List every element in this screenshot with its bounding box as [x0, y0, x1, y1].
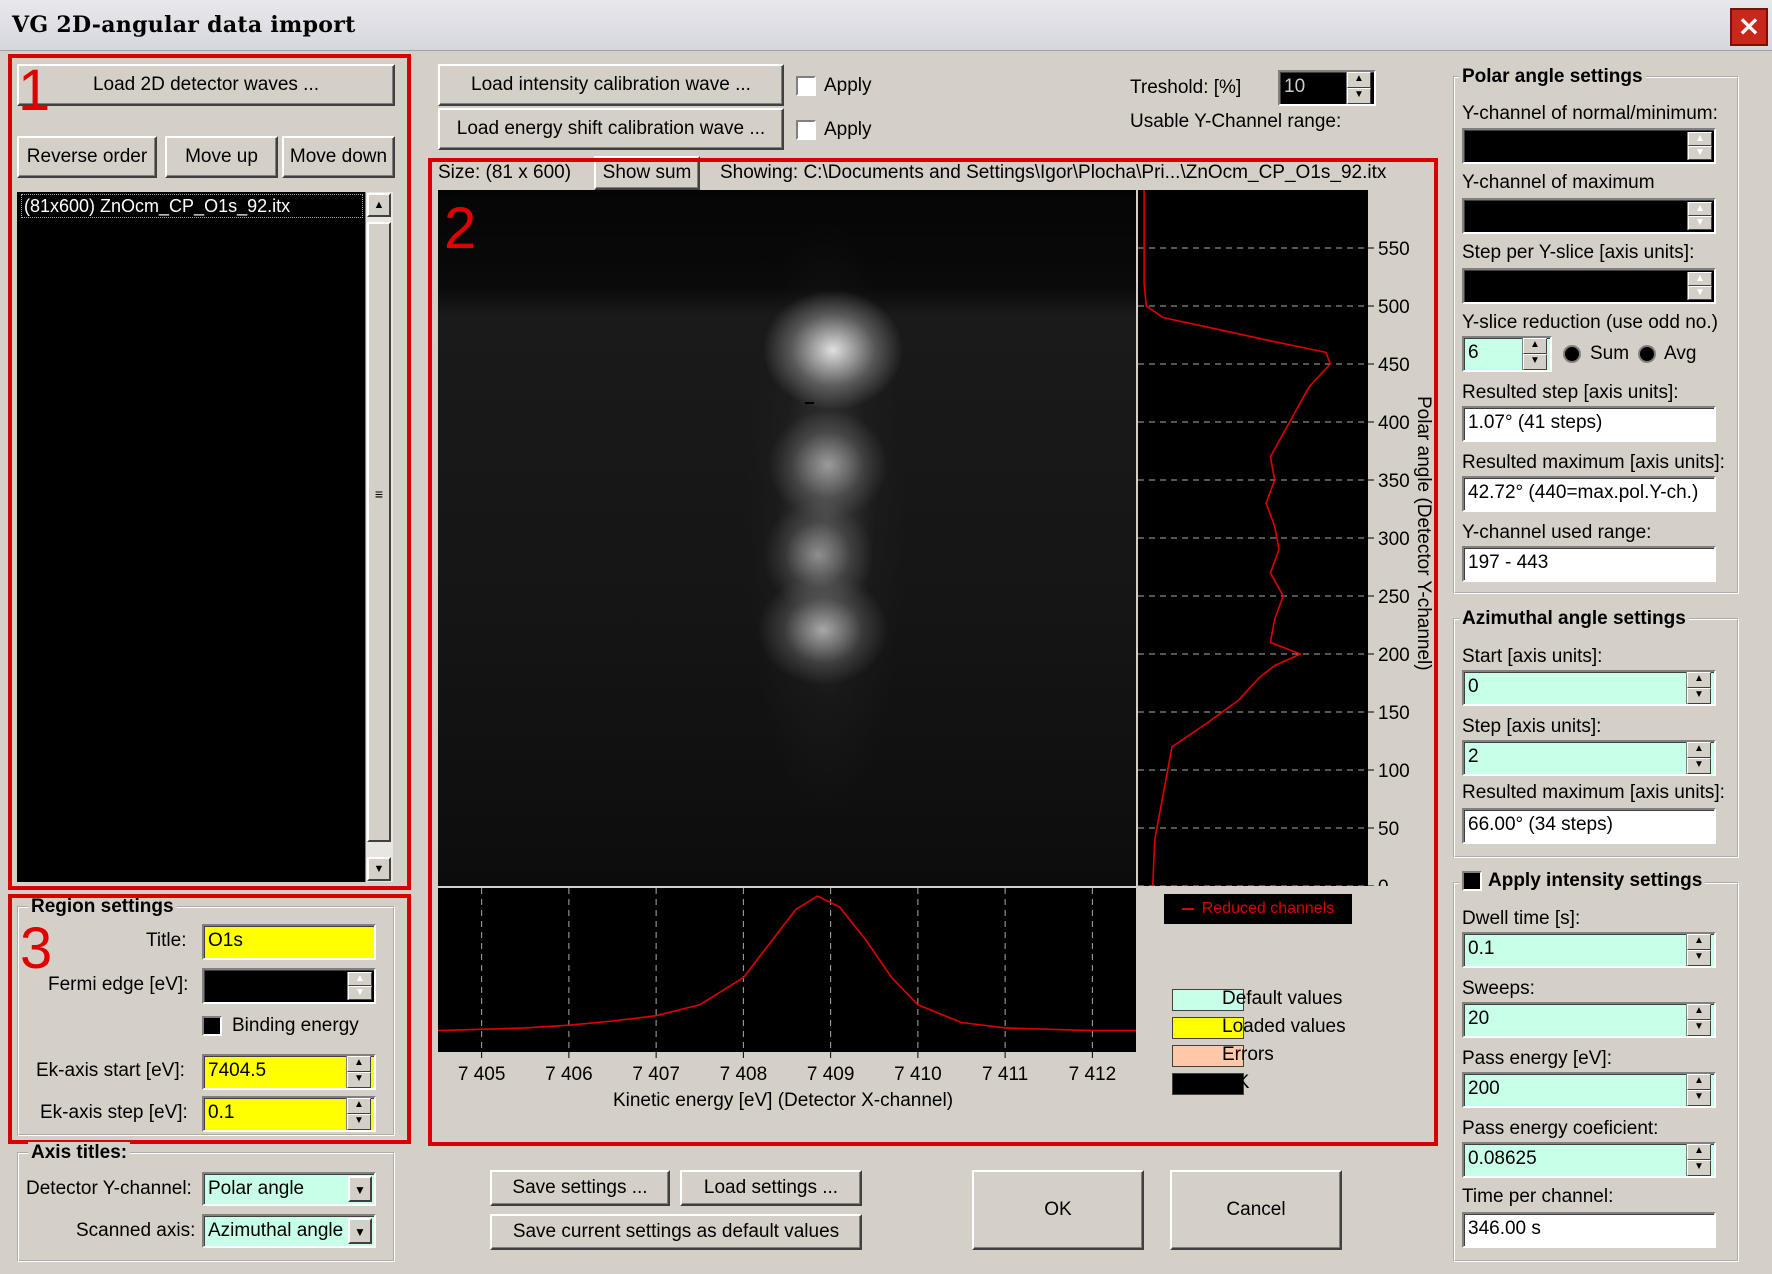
pass-coef-spinner[interactable]: ▲ ▼: [1686, 1144, 1711, 1176]
resulted-max-field: 42.72° (440=max.pol.Y-ch.): [1462, 476, 1716, 512]
slice-reduction-spinner[interactable]: ▲ ▼: [1522, 338, 1547, 370]
save-default-settings-button[interactable]: Save current settings as default values: [490, 1214, 862, 1250]
step-per-slice-spinner[interactable]: ▲ ▼: [1687, 272, 1712, 300]
ych-max-field[interactable]: ▲ ▼: [1462, 198, 1716, 234]
annotation-box-1: [8, 54, 411, 890]
slice-reduction-label: Y-slice reduction (use odd no.): [1462, 312, 1718, 333]
az-res-max-field: 66.00° (34 steps): [1462, 808, 1716, 844]
annotation-box-2: [428, 158, 1438, 1146]
ych-max-label: Y-channel of maximum: [1462, 172, 1655, 193]
load-intensity-calibration-button[interactable]: Load intensity calibration wave ...: [438, 64, 784, 106]
time-per-channel-field: 346.00 s: [1462, 1212, 1716, 1248]
detector-y-channel-value: Polar angle: [208, 1178, 305, 1199]
pass-coef-field[interactable]: 0.08625: [1462, 1142, 1716, 1178]
usable-range-label: Usable Y-Channel range:: [1130, 111, 1342, 132]
annotation-box-3: [8, 894, 411, 1144]
az-start-label: Start [axis units]:: [1462, 646, 1603, 667]
sweeps-field[interactable]: 20: [1462, 1002, 1716, 1038]
intensity-settings-title: Apply intensity settings: [1459, 870, 1706, 892]
used-range-field: 197 - 443: [1462, 546, 1716, 582]
sweeps-label: Sweeps:: [1462, 978, 1535, 999]
scanned-axis-select[interactable]: Azimuthal angle ▼: [202, 1214, 376, 1248]
annotation-number-2: 2: [444, 196, 477, 261]
pass-energy-label: Pass energy [eV]:: [1462, 1048, 1612, 1069]
ych-normal-spinner[interactable]: ▲ ▼: [1687, 132, 1712, 160]
az-step-label: Step [axis units]:: [1462, 716, 1602, 737]
treshold-spinner[interactable]: ▲ ▼: [1346, 72, 1371, 104]
detector-y-channel-label: Detector Y-channel:: [26, 1178, 192, 1199]
used-range-label: Y-channel used range:: [1462, 522, 1652, 543]
cancel-button[interactable]: Cancel: [1170, 1170, 1342, 1250]
apply-intensity-checkbox[interactable]: [796, 76, 816, 96]
ych-max-spinner[interactable]: ▲ ▼: [1687, 202, 1712, 230]
detector-y-channel-select[interactable]: Polar angle ▼: [202, 1172, 376, 1206]
step-per-slice-label: Step per Y-slice [axis units]:: [1462, 242, 1695, 263]
apply-intensity-settings-checkbox[interactable]: [1462, 870, 1482, 891]
apply-intensity-settings-label: Apply intensity settings: [1488, 870, 1703, 891]
annotation-number-3: 3: [20, 916, 53, 981]
azimuthal-settings-title: Azimuthal angle settings: [1459, 608, 1689, 630]
az-step-spinner[interactable]: ▲ ▼: [1686, 742, 1711, 774]
pass-energy-field[interactable]: 200: [1462, 1072, 1716, 1108]
apply-intensity-label: Apply: [824, 75, 872, 96]
pass-coef-label: Pass energy coeficient:: [1462, 1118, 1659, 1139]
ok-button[interactable]: OK: [972, 1170, 1144, 1250]
apply-energy-label: Apply: [824, 119, 872, 140]
scanned-axis-label: Scanned axis:: [76, 1220, 196, 1241]
step-per-slice-field[interactable]: ▲ ▼: [1462, 268, 1716, 304]
pass-energy-spinner[interactable]: ▲ ▼: [1686, 1074, 1711, 1106]
window-title: VG 2D-angular data import: [12, 12, 356, 38]
annotation-number-1: 1: [18, 58, 51, 123]
close-icon[interactable]: ×: [1730, 8, 1768, 46]
avg-label: Avg: [1664, 343, 1697, 364]
axis-titles-title: Axis titles:: [28, 1142, 131, 1164]
title-bar: VG 2D-angular data import ×: [0, 0, 1772, 51]
polar-settings-title: Polar angle settings: [1459, 66, 1646, 88]
az-start-field[interactable]: 0: [1462, 670, 1716, 706]
chevron-down-icon[interactable]: ▼: [348, 1218, 372, 1244]
save-settings-button[interactable]: Save settings ...: [490, 1170, 670, 1206]
load-settings-button[interactable]: Load settings ...: [680, 1170, 862, 1206]
apply-energy-checkbox[interactable]: [796, 120, 816, 140]
resulted-step-field: 1.07° (41 steps): [1462, 406, 1716, 442]
chevron-down-icon[interactable]: ▼: [348, 1176, 372, 1202]
dwell-time-spinner[interactable]: ▲ ▼: [1686, 934, 1711, 966]
az-start-spinner[interactable]: ▲ ▼: [1686, 672, 1711, 704]
avg-radio[interactable]: [1638, 345, 1656, 363]
sum-label: Sum: [1590, 343, 1630, 364]
ych-normal-field[interactable]: ▲ ▼: [1462, 128, 1716, 164]
time-per-channel-label: Time per channel:: [1462, 1186, 1614, 1207]
treshold-label: Treshold: [%]: [1130, 77, 1242, 98]
scanned-axis-value: Azimuthal angle: [208, 1220, 344, 1241]
resulted-max-label: Resulted maximum [axis units]:: [1462, 452, 1725, 473]
load-energy-shift-calibration-button[interactable]: Load energy shift calibration wave ...: [438, 108, 784, 150]
ych-normal-label: Y-channel of normal/minimum:: [1462, 103, 1718, 124]
az-step-field[interactable]: 2: [1462, 740, 1716, 776]
sum-radio[interactable]: [1563, 345, 1581, 363]
az-res-max-label: Resulted maximum [axis units]:: [1462, 782, 1725, 803]
dwell-time-field[interactable]: 0.1: [1462, 932, 1716, 968]
sweeps-spinner[interactable]: ▲ ▼: [1686, 1004, 1711, 1036]
dwell-time-label: Dwell time [s]:: [1462, 908, 1581, 929]
resulted-step-label: Resulted step [axis units]:: [1462, 382, 1679, 403]
